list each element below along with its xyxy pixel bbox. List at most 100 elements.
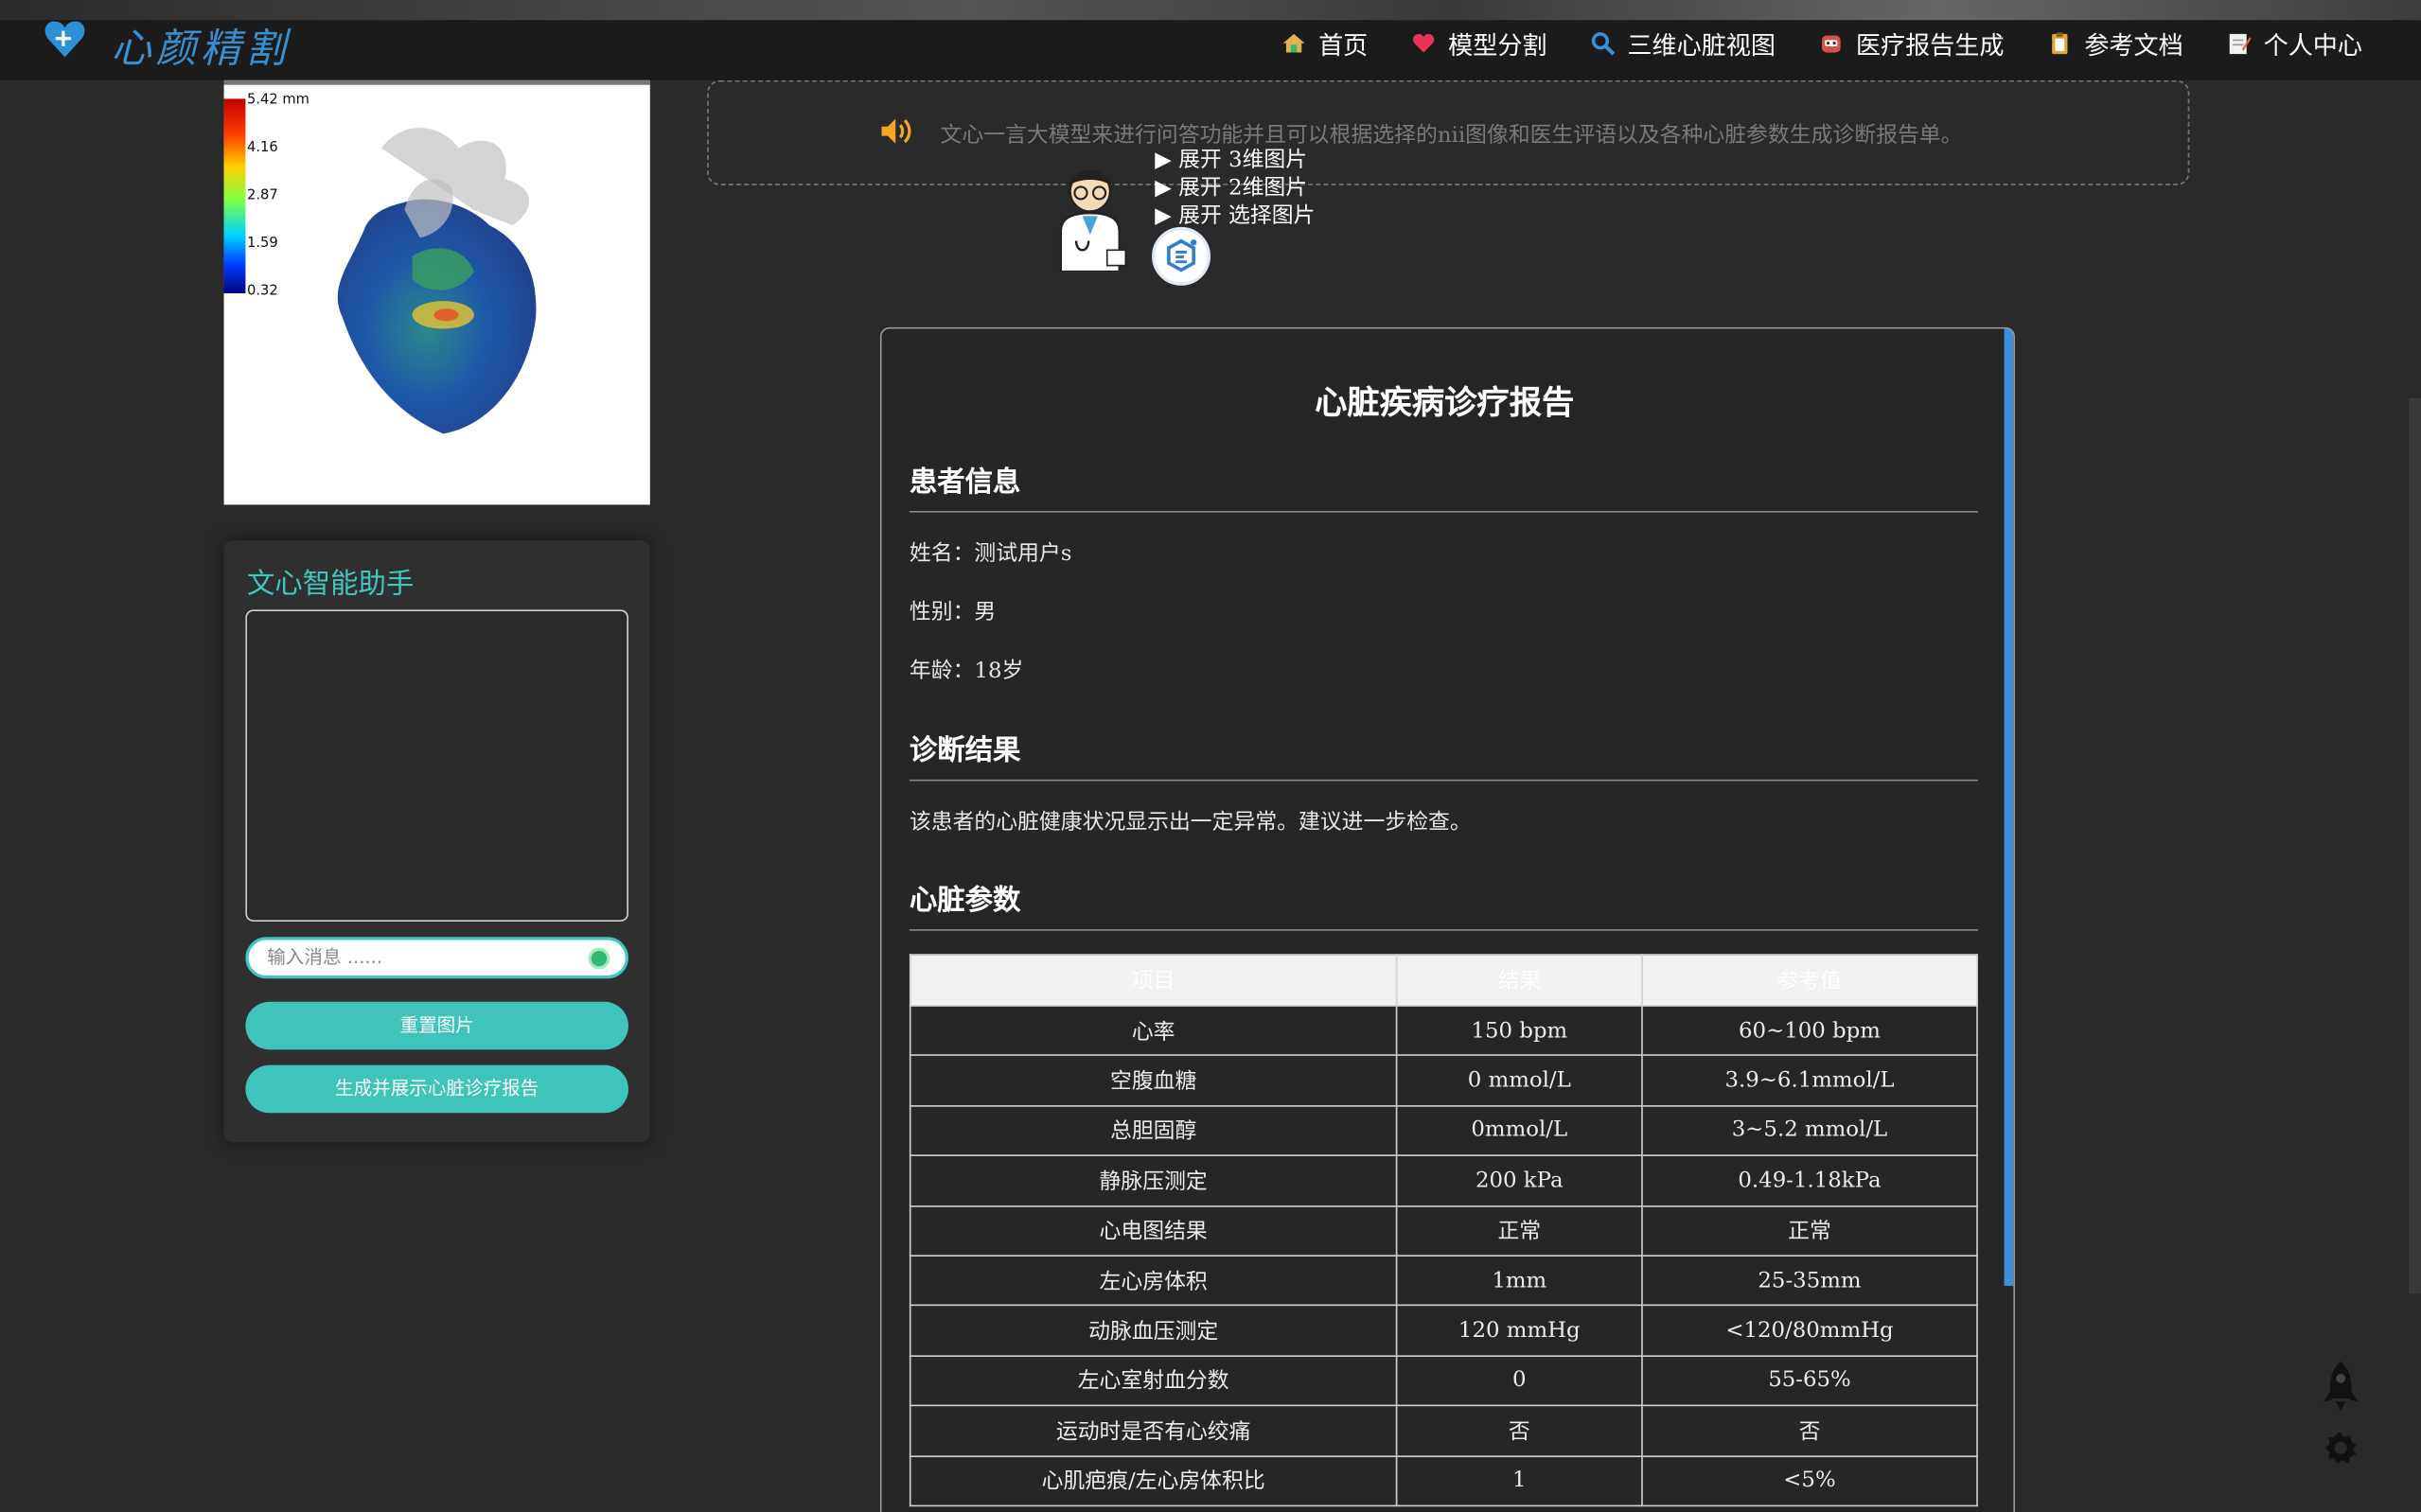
notice-banner: 文心一言大模型来进行问答功能并且可以根据选择的nii图像和医生评语以及各种心脏参… — [707, 79, 2190, 185]
chat-input-placeholder: 输入消息 ...... — [267, 946, 383, 968]
reset-image-button[interactable]: 重置图片 — [245, 1001, 628, 1050]
param-name: 左心室射血分数 — [909, 1354, 1398, 1407]
column-header-result: 结果 — [1395, 954, 1643, 1007]
diagnosis-report: 心脏疾病诊疗报告 患者信息 姓名：测试用户s 性别：男 年龄：18岁 诊断结果 … — [879, 326, 2015, 1512]
memo-icon — [2229, 33, 2252, 55]
param-name: 空腹血糖 — [909, 1054, 1398, 1107]
param-reference: 0.49-1.18kPa — [1641, 1154, 1978, 1207]
colorbar-label: 2.87 — [247, 188, 278, 204]
param-reference: 正常 — [1641, 1204, 1978, 1257]
param-reference: 25-35mm — [1641, 1255, 1978, 1307]
param-name: 静脉压测定 — [909, 1154, 1398, 1207]
nav-3d-view-label: 三维心脏视图 — [1627, 30, 1776, 61]
patient-name: 姓名：测试用户s — [909, 541, 1072, 567]
param-name: 心肌疤痕/左心房体积比 — [909, 1454, 1398, 1507]
param-result: 正常 — [1395, 1204, 1643, 1257]
cardiac-params-heading: 心脏参数 — [909, 878, 1978, 931]
colorbar-label-max: 5.42 mm — [247, 92, 309, 109]
home-icon — [1282, 33, 1305, 53]
param-reference: <5% — [1641, 1454, 1978, 1507]
table-row: 空腹血糖 0 mmol/L 3.9~6.1mmol/L — [909, 1054, 1978, 1107]
nav-3d-view[interactable]: 三维心脏视图 — [1590, 25, 1776, 62]
page-scrollbar[interactable] — [2408, 397, 2421, 1294]
send-icon[interactable] — [588, 947, 610, 970]
rocket-icon[interactable] — [2321, 1359, 2360, 1415]
diagnosis-heading: 诊断结果 — [909, 729, 1978, 782]
heart-logo-icon[interactable] — [44, 15, 87, 62]
param-result: 否 — [1395, 1404, 1643, 1457]
speaker-icon — [881, 118, 911, 144]
param-reference: 55-65% — [1641, 1354, 1978, 1407]
param-name: 运动时是否有心绞痛 — [909, 1404, 1398, 1457]
brand-name[interactable]: 心颜精割 — [111, 17, 290, 74]
chat-history[interactable] — [245, 609, 628, 922]
nav-segmentation[interactable]: 模型分割 — [1411, 25, 1547, 62]
param-result: 200 kPa — [1395, 1154, 1643, 1207]
main-nav: 首页 模型分割 三维心脏视图 医疗报告生成 参考文档 个人中心 — [1281, 25, 2362, 62]
table-row: 心肌疤痕/左心房体积比 1 <5% — [909, 1454, 1978, 1507]
doctor-avatar-icon — [1059, 169, 1127, 273]
viewer-top-border — [223, 79, 650, 85]
table-row: 运动时是否有心绞痛否否 — [909, 1404, 1978, 1457]
param-reference: 3~5.2 mmol/L — [1641, 1104, 1978, 1157]
color-scale-bar — [223, 98, 246, 293]
nav-home[interactable]: 首页 — [1281, 25, 1368, 62]
nav-segmentation-label: 模型分割 — [1448, 30, 1547, 61]
param-result: 150 bpm — [1395, 1005, 1643, 1057]
cardiac-params-table: 项目 结果 参考值 心率 150 bpm 60~100 bpm 空腹血糖 0 mmol… — [909, 954, 1978, 1507]
param-result: 0mmol/L — [1395, 1104, 1643, 1157]
param-result: 1mm — [1395, 1255, 1643, 1307]
report-scrollbar[interactable] — [2004, 328, 2014, 1286]
param-reference: <120/80mmHg — [1641, 1305, 1978, 1357]
nav-profile-label: 个人中心 — [2263, 30, 2363, 61]
magnifier-icon — [1591, 32, 1616, 56]
diagnosis-text: 该患者的心脏健康状况显示出一定异常。建议进一步检查。 — [909, 810, 1472, 835]
param-result: 1 — [1395, 1454, 1643, 1507]
param-name: 总胆固醇 — [909, 1104, 1398, 1157]
ernie-bot-icon[interactable] — [1152, 226, 1211, 286]
nav-docs[interactable]: 参考文档 — [2047, 25, 2183, 62]
table-row: 心率 150 bpm 60~100 bpm — [909, 1005, 1978, 1057]
param-result: 120 mmHg — [1395, 1305, 1643, 1357]
patient-gender: 性别：男 — [909, 600, 997, 625]
param-name: 心率 — [909, 1005, 1398, 1057]
expand-2d-images[interactable]: ▶ 展开 2维图片 — [1155, 171, 1307, 202]
param-reference: 60~100 bpm — [1641, 1005, 1978, 1057]
heart-3d-viewer[interactable]: 5.42 mm 4.16 2.87 1.59 0.32 — [223, 79, 650, 505]
column-header-item: 项目 — [909, 954, 1398, 1007]
colorbar-label: 4.16 — [247, 140, 278, 156]
table-row: 左心房体积 1mm 25-35mm — [909, 1255, 1978, 1307]
nav-report-label: 医疗报告生成 — [1855, 30, 2005, 61]
generate-report-button[interactable]: 生成并展示心脏诊疗报告 — [245, 1064, 628, 1114]
patient-age: 年龄：18岁 — [909, 659, 1024, 684]
param-name: 心电图结果 — [909, 1204, 1398, 1257]
chat-input[interactable]: 输入消息 ...... — [245, 937, 628, 979]
nav-report[interactable]: 医疗报告生成 — [1819, 25, 2005, 62]
table-row: 心电图结果 正常 正常 — [909, 1204, 1978, 1257]
expand-3d-images[interactable]: ▶ 展开 3维图片 — [1155, 144, 1307, 175]
heart-icon — [1412, 33, 1435, 53]
param-result: 0 — [1395, 1354, 1643, 1407]
table-row: 总胆固醇 0mmol/L 3~5.2 mmol/L — [909, 1104, 1978, 1157]
param-reference: 否 — [1641, 1404, 1978, 1457]
colorbar-label: 1.59 — [247, 236, 278, 252]
patient-info-heading: 患者信息 — [909, 460, 1978, 513]
param-reference: 3.9~6.1mmol/L — [1641, 1054, 1978, 1107]
nav-home-label: 首页 — [1318, 30, 1369, 61]
param-result: 0 mmol/L — [1395, 1054, 1643, 1107]
top-navbar: 心颜精割 首页 模型分割 三维心脏视图 医疗报告生成 参考文档 个人中心 — [0, 0, 2421, 80]
table-row: 动脉血压测定 120 mmHg <120/80mmHg — [909, 1305, 1978, 1357]
notice-text: 文心一言大模型来进行问答功能并且可以根据选择的nii图像和医生评语以及各种心脏参… — [940, 123, 1963, 149]
gear-icon[interactable] — [2323, 1430, 2359, 1467]
param-name: 左心房体积 — [909, 1255, 1398, 1307]
heart-model-image — [337, 128, 537, 434]
ai-assistant-panel: 文心智能助手 输入消息 ...... 重置图片 生成并展示心脏诊疗报告 — [223, 539, 650, 1143]
assistant-title: 文心智能助手 — [247, 568, 415, 601]
expand-select-images[interactable]: ▶ 展开 选择图片 — [1155, 199, 1315, 230]
nav-docs-label: 参考文档 — [2084, 30, 2183, 61]
report-title: 心脏疾病诊疗报告 — [1315, 382, 1575, 422]
table-row: 左心室射血分数 0 55-65% — [909, 1354, 1978, 1407]
colorbar-label-min: 0.32 — [247, 284, 278, 300]
table-header-row: 项目 结果 参考值 — [909, 954, 1978, 1007]
nav-profile[interactable]: 个人中心 — [2226, 25, 2362, 62]
